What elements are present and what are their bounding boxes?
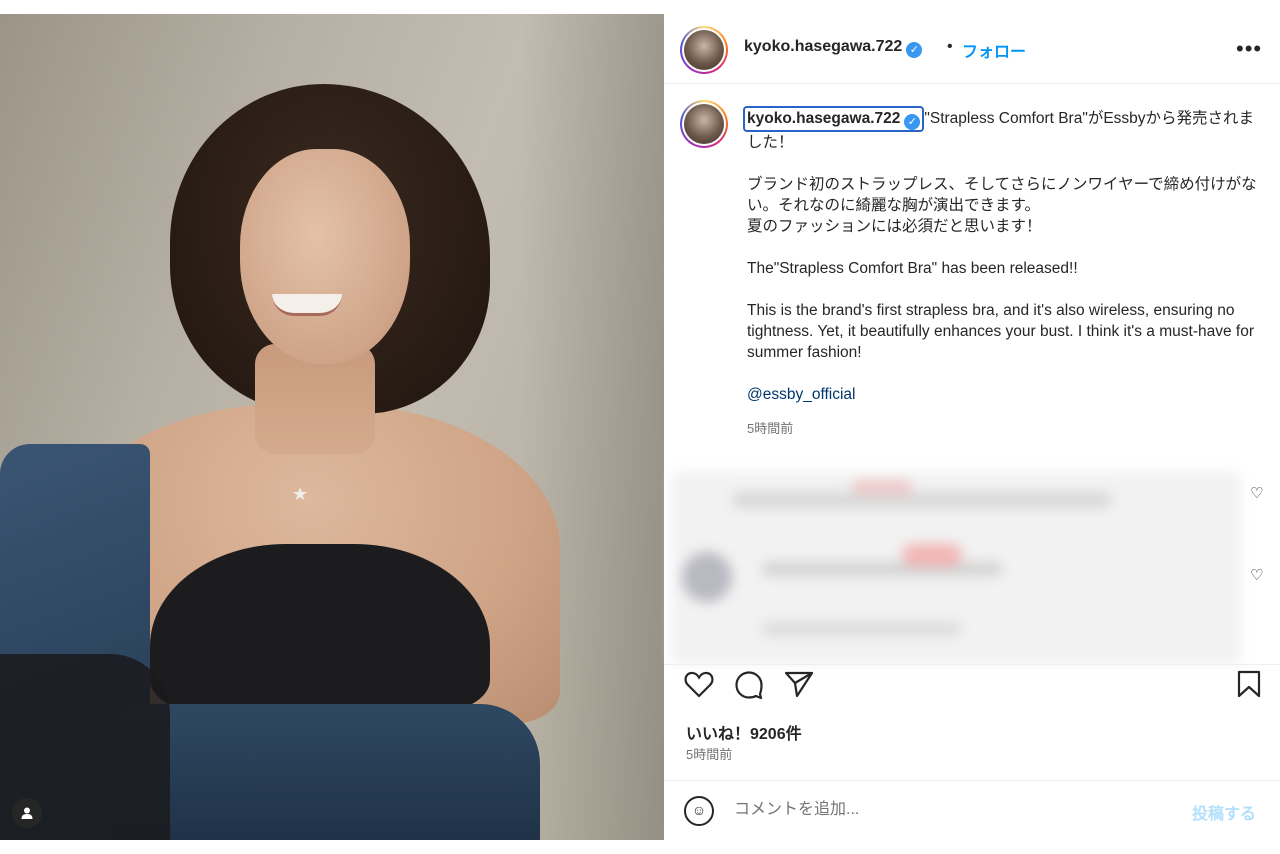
photo-smile <box>272 294 342 316</box>
caption-mention-link[interactable]: @essby_official <box>747 384 1257 405</box>
send-icon[interactable] <box>784 670 814 698</box>
post-timestamp: 5時間前 <box>686 747 733 762</box>
action-bar <box>664 664 1280 712</box>
person-icon <box>21 807 33 819</box>
post-sidebar: kyoko.hasegawa.722 ✓ • フォロー ••• kyoko.has… <box>664 14 1280 840</box>
comment-icon[interactable] <box>734 670 764 700</box>
header-separator: • <box>947 38 953 55</box>
photo-face <box>240 149 410 364</box>
caption-jp-paragraph: ブランド初のストラップレス、そしてさらにノンワイヤーで締め付けがない。それなのに… <box>747 176 1257 235</box>
caption-author-avatar[interactable] <box>680 100 728 148</box>
caption-username[interactable]: kyoko.hasegawa.722 ✓ <box>743 106 925 132</box>
blurred-comments <box>672 472 1240 664</box>
photo-bra <box>150 544 490 714</box>
emoji-icon[interactable]: ☺ <box>684 796 714 826</box>
post-caption: kyoko.hasegawa.722 ✓ "Strapless Comfort Br… <box>664 94 1280 474</box>
photo-denim-lap <box>110 704 540 840</box>
caption-en-headline: The"Strapless Comfort Bra" has been rele… <box>747 260 1078 277</box>
comment-input[interactable] <box>734 798 1154 822</box>
bookmark-icon[interactable] <box>1236 670 1262 698</box>
caption-timestamp: 5時間前 <box>747 421 794 436</box>
verified-badge-icon: ✓ <box>906 42 923 58</box>
tagged-user-icon[interactable] <box>12 798 42 828</box>
post-header: kyoko.hasegawa.722 ✓ • フォロー ••• <box>664 14 1280 84</box>
like-count[interactable]: いいね！9206件 <box>686 720 802 744</box>
heart-icon[interactable] <box>684 670 714 698</box>
caption-body: kyoko.hasegawa.722 ✓ "Strapless Comfort Br… <box>743 106 1257 439</box>
comment-like-icon[interactable]: ♡ <box>1250 566 1263 584</box>
star-pendant-icon: ★ <box>292 484 309 504</box>
follow-button[interactable]: フォロー <box>962 38 1026 62</box>
author-username[interactable]: kyoko.hasegawa.722 ✓ <box>744 38 923 58</box>
caption-en-paragraph: This is the brand's first strapless bra,… <box>747 302 1254 361</box>
comment-composer: ☺ 投稿する <box>664 780 1280 840</box>
verified-badge-icon: ✓ <box>904 114 921 130</box>
post-photo[interactable]: ★ <box>0 14 664 840</box>
comment-like-icon[interactable]: ♡ <box>1250 484 1263 502</box>
author-avatar[interactable] <box>680 26 728 74</box>
post-comment-button[interactable]: 投稿する <box>1192 800 1256 824</box>
more-options-icon[interactable]: ••• <box>1236 36 1262 62</box>
